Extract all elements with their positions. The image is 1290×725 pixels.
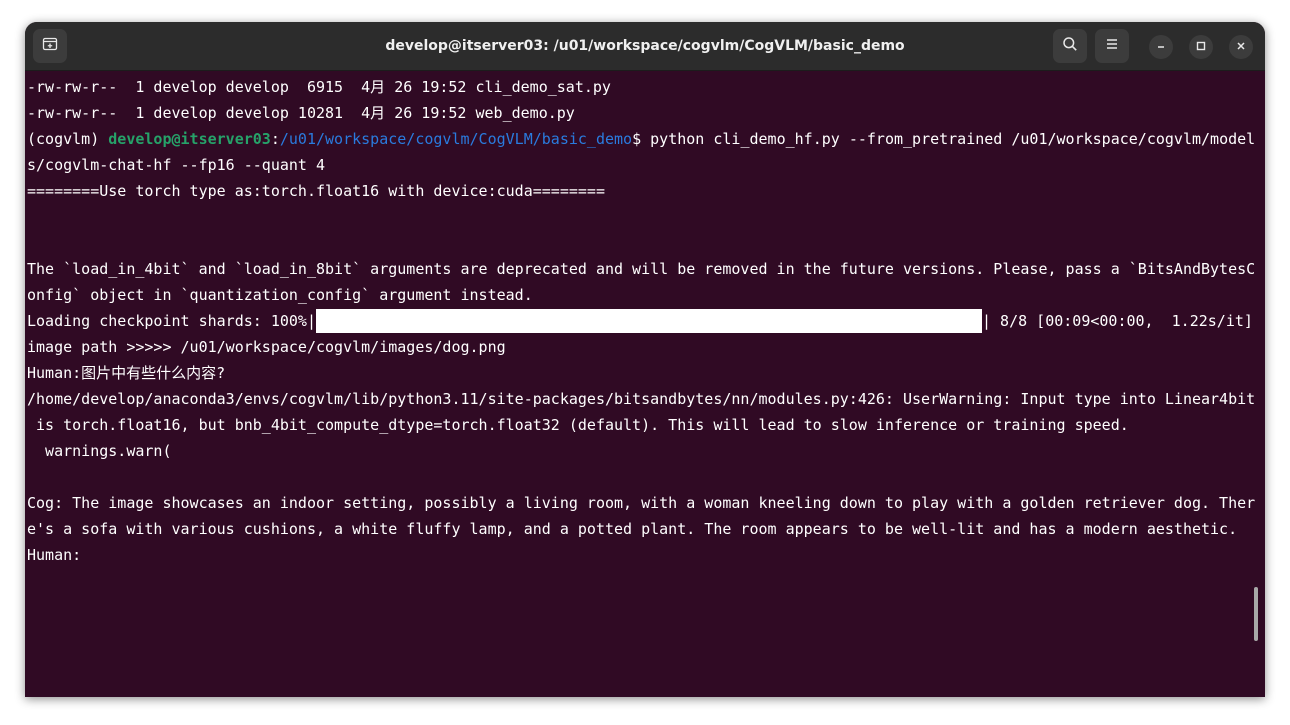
prompt-user-host: develop@itserver03 [108, 130, 271, 148]
terminal-line: warnings.warn( [27, 442, 172, 460]
minimize-icon [1156, 38, 1166, 56]
terminal-line: Human:图片中有些什么内容? [27, 364, 226, 382]
conda-env: (cogvlm) [27, 130, 109, 148]
maximize-icon [1196, 38, 1206, 56]
prompt-command: python cli_demo_hf.py --from_pretrained … [650, 130, 1256, 148]
new-tab-icon [42, 36, 58, 57]
terminal-line: -rw-rw-r-- 1 develop develop 10281 4月 26… [27, 104, 575, 122]
maximize-button[interactable] [1189, 35, 1213, 59]
search-icon [1062, 36, 1078, 57]
terminal-line: e's a sofa with various cushions, a whit… [27, 520, 1238, 538]
terminal-output[interactable]: -rw-rw-r-- 1 develop develop 6915 4月 26 … [27, 74, 1255, 568]
close-button[interactable] [1229, 35, 1253, 59]
progress-bar [315, 309, 982, 333]
terminal-line: The `load_in_4bit` and `load_in_8bit` ar… [27, 260, 1256, 278]
terminal-line: s/cogvlm-chat-hf --fp16 --quant 4 [27, 156, 326, 174]
close-icon [1236, 38, 1246, 56]
terminal-line: image path >>>>> /u01/workspace/cogvlm/i… [27, 338, 506, 356]
terminal-line: Cog: The image showcases an indoor setti… [27, 494, 1256, 512]
title-bar[interactable]: develop@itserver03: /u01/workspace/cogvl… [25, 22, 1265, 71]
terminal-line: is torch.float16, but bnb_4bit_compute_d… [27, 416, 1129, 434]
terminal-line: -rw-rw-r-- 1 develop develop 6915 4月 26 … [27, 78, 611, 96]
terminal-line: /home/develop/anaconda3/envs/cogvlm/lib/… [27, 390, 1256, 408]
progress-prefix: Loading checkpoint shards: 100%| [27, 312, 316, 330]
scrollbar-thumb[interactable] [1254, 587, 1258, 641]
prompt-path: /u01/workspace/cogvlm/CogVLM/basic_demo [279, 130, 633, 148]
prompt-colon: : [270, 130, 280, 148]
new-tab-button[interactable] [33, 29, 67, 63]
prompt-line: (cogvlm) develop@itserver03:/u01/workspa… [27, 126, 1255, 152]
terminal-window: develop@itserver03: /u01/workspace/cogvl… [25, 22, 1265, 697]
search-button[interactable] [1053, 29, 1087, 63]
minimize-button[interactable] [1149, 35, 1173, 59]
terminal-line: ========Use torch type as:torch.float16 … [27, 182, 605, 200]
menu-button[interactable] [1095, 29, 1129, 63]
hamburger-menu-icon [1104, 36, 1120, 57]
progress-line: Loading checkpoint shards: 100%| | 8/8 [0… [27, 308, 1255, 334]
terminal-line: onfig` object in `quantization_config` a… [27, 286, 533, 304]
terminal-line: Human: [27, 546, 82, 564]
progress-suffix: | 8/8 [00:09<00:00, 1.22s/it] [981, 312, 1253, 330]
prompt-dollar: $ [632, 130, 651, 148]
